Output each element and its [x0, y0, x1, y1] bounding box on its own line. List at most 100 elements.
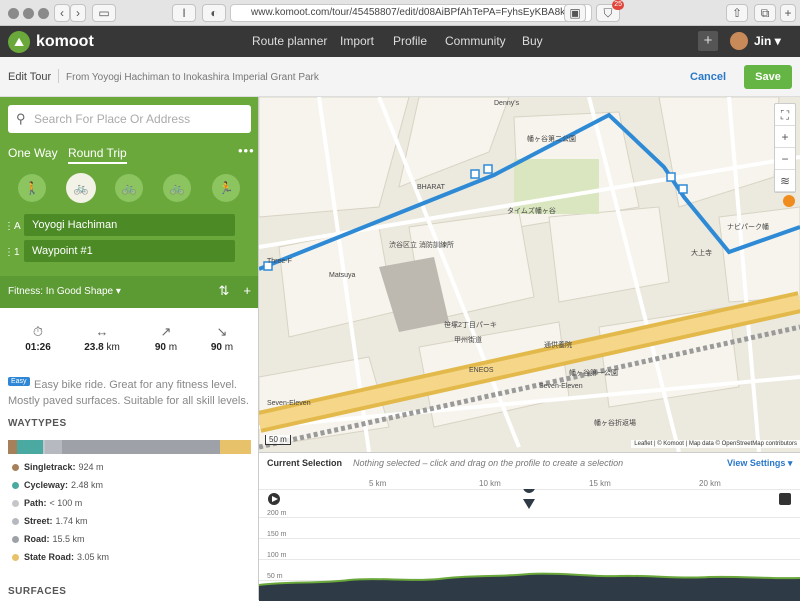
map-label[interactable]: 幡ヶ谷第二公園 [527, 134, 576, 143]
duration-value: 01:26 [25, 342, 51, 353]
komoot-logo[interactable]: ⛰ komoot [8, 31, 94, 53]
fitness-bar: Fitness: In Good Shape ▾ ⇅ + [0, 276, 258, 308]
address-bar[interactable]: www.komoot.com/tour/45458807/edit/d08AiB… [230, 4, 592, 22]
chevron-down-icon: ▾ [774, 34, 781, 48]
map-label[interactable]: Seven-Eleven [539, 383, 583, 390]
elevation-graph[interactable] [259, 489, 800, 601]
waypoint-marker[interactable] [783, 195, 795, 207]
avatar[interactable] [730, 32, 748, 50]
hiking-icon[interactable]: 🚶 [18, 174, 46, 202]
map-label[interactable]: Three-F [267, 258, 292, 265]
user-menu[interactable]: Jin ▾ [754, 34, 781, 48]
zoom-out-icon[interactable]: − [775, 148, 795, 170]
create-plus-icon[interactable]: + [698, 31, 718, 51]
map-label[interactable]: 幡ヶ谷第一公園 [569, 368, 618, 377]
sidebar-toggle-icon[interactable]: ▭ [92, 4, 116, 22]
tabs-overview-icon[interactable]: ⧉ [754, 4, 776, 22]
km-tick-20: 20 km [699, 479, 721, 488]
save-button[interactable]: Save [744, 65, 792, 89]
zoom-window-button[interactable] [38, 8, 49, 19]
tab-round-trip[interactable]: Round Trip [68, 146, 127, 164]
waytype-row[interactable]: Cycleway: 2.48 km [12, 480, 103, 490]
waytype-value: 3.05 km [77, 552, 110, 562]
tab-one-way[interactable]: One Way [8, 146, 58, 160]
map-label[interactable]: BHARAT [417, 184, 446, 191]
stat-uphill: ↗ 90 m [136, 324, 196, 353]
layers-icon[interactable]: ≋ [775, 170, 795, 192]
map-label[interactable]: Seven-Eleven [267, 400, 311, 407]
map-label[interactable]: タイムズ幡ヶ谷 [507, 206, 556, 215]
road-bike-icon[interactable]: 🚲 [163, 174, 191, 202]
reverse-route-icon[interactable]: ⇅ [219, 283, 230, 299]
zoom-in-icon[interactable]: + [775, 126, 795, 148]
map-label[interactable]: 笹塚2丁目パーキ [444, 320, 497, 329]
waytype-color-dot [12, 463, 19, 471]
forward-icon[interactable]: › [70, 4, 86, 22]
map-label[interactable]: ナビパーク幡 [727, 222, 769, 231]
back-icon[interactable]: ‹ [54, 4, 70, 22]
waytype-name: Street: [24, 516, 53, 526]
reader-button[interactable]: I [172, 4, 196, 22]
downhill-unit: m [224, 342, 234, 353]
nav-route-planner[interactable]: Route planner [252, 34, 327, 48]
map-label[interactable]: ENEOS [469, 367, 494, 374]
bike-touring-icon[interactable]: 🚲 [66, 173, 96, 203]
waytype-row[interactable]: Path: < 100 m [12, 498, 82, 508]
map-canvas[interactable]: Denny's 幡ヶ谷第二公園 BHARAT タイムズ幡ヶ谷渋谷区立 消防訓練所 Thr… [259, 97, 800, 452]
browser-toolbar: ‹ › ▭ I ◐ www.komoot.com/tour/45458807/e… [0, 0, 800, 26]
position-marker[interactable] [523, 489, 535, 493]
map-label[interactable]: Denny's [494, 100, 520, 107]
km-tick-5: 5 km [369, 479, 387, 488]
search-icon: ⚲ [16, 111, 26, 126]
nav-buy[interactable]: Buy [522, 34, 543, 48]
distance-value: 23.8 [84, 342, 104, 353]
fitness-actions: ⇅ + [219, 283, 252, 299]
extension-icon[interactable]: ◐ [202, 4, 226, 22]
nav-community[interactable]: Community [445, 34, 506, 48]
share-icon[interactable]: ⇧ [726, 4, 748, 22]
minimize-window-button[interactable] [23, 8, 34, 19]
distance-unit: km [106, 342, 120, 353]
map-label[interactable]: 渋谷区立 消防訓練所 [389, 240, 454, 249]
elevation-profile[interactable]: Current Selection Nothing selected – cli… [259, 452, 800, 601]
distance-arrows-icon: ↔ [95, 324, 109, 339]
map-label[interactable]: 幡ヶ谷折返場 [594, 418, 636, 427]
map-label[interactable]: Matsuya [329, 272, 356, 279]
waytypes-heading: WAYTYPES [8, 418, 67, 429]
new-tab-icon[interactable]: + [780, 4, 796, 22]
waytype-row[interactable]: State Road: 3.05 km [12, 552, 109, 562]
fitness-dropdown[interactable]: Fitness: In Good Shape ▾ [8, 286, 121, 297]
lock-extension-icon[interactable]: ▣ [564, 4, 586, 22]
waypoint-start-field[interactable]: Yoyogi Hachiman [24, 214, 235, 236]
nav-profile[interactable]: Profile [393, 34, 427, 48]
planner-panel: ⚲ Search For Place Or Address One Way Ro… [0, 97, 258, 308]
view-settings-button[interactable]: View Settings ▾ [727, 458, 792, 469]
waytype-row[interactable]: Road: 15.5 km [12, 534, 85, 544]
add-waypoint-icon[interactable]: + [243, 283, 251, 299]
map-label[interactable]: 甲州街道 [454, 335, 482, 344]
waytype-row[interactable]: Street: 1.74 km [12, 516, 88, 526]
close-window-button[interactable] [8, 8, 19, 19]
planner-sidebar: ⚲ Search For Place Or Address One Way Ro… [0, 97, 259, 600]
waytype-value: 1.74 km [55, 516, 88, 526]
more-options-icon[interactable]: ••• [238, 143, 255, 158]
waytype-value: 15.5 km [52, 534, 85, 544]
cancel-button[interactable]: Cancel [690, 71, 726, 83]
map-label[interactable]: 通供養院 [544, 340, 572, 349]
mountain-bike-icon[interactable]: 🚲 [115, 174, 143, 202]
waypoint-start-name: Yoyogi Hachiman [32, 219, 118, 231]
map-attribution[interactable]: Leaflet | © Komoot | Map data © OpenStre… [631, 440, 800, 448]
uphill-value: 90 [154, 342, 166, 353]
downhill-arrow-icon: ↘ [216, 324, 228, 339]
waytype-row[interactable]: Singletrack: 924 m [12, 462, 104, 472]
page-title: Edit Tour [8, 71, 52, 83]
top-navigation: ⛰ komoot Route planner Import Profile Co… [0, 26, 800, 57]
running-icon[interactable]: 🏃 [212, 174, 240, 202]
fullscreen-icon[interactable]: ⛶ [775, 104, 795, 126]
map-view[interactable]: Denny's 幡ヶ谷第二公園 BHARAT タイムズ幡ヶ谷渋谷区立 消防訓練所 Thr… [259, 97, 800, 452]
search-input[interactable]: ⚲ Search For Place Or Address [8, 105, 251, 133]
adblock-extension-icon[interactable]: ⛉ 25 [596, 0, 624, 22]
map-label[interactable]: 大上寺 [691, 248, 712, 257]
nav-import[interactable]: Import [340, 34, 374, 48]
waypoint-1-field[interactable]: Waypoint #1 [24, 240, 235, 262]
